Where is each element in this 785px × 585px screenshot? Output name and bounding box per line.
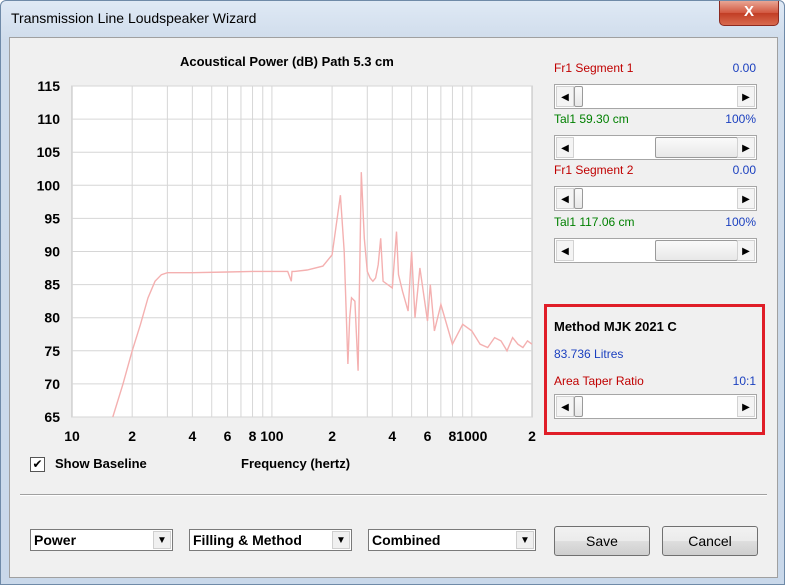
- close-button[interactable]: X: [719, 1, 779, 26]
- area-taper-value: 10:1: [732, 374, 756, 388]
- slider-label: Tal1 117.06 cm: [554, 215, 635, 229]
- save-button[interactable]: Save: [554, 526, 650, 556]
- x-tick-label: 1000: [456, 428, 487, 444]
- show-baseline-label: Show Baseline: [55, 456, 147, 471]
- chevron-down-icon[interactable]: ▼: [332, 531, 350, 549]
- y-tick-label: 85: [44, 277, 60, 293]
- filling-dropdown-value: Filling & Method: [193, 532, 302, 548]
- slider-thumb[interactable]: [574, 86, 583, 107]
- area-taper-label: Area Taper Ratio: [554, 374, 644, 388]
- slider-label: Tal1 59.30 cm: [554, 112, 629, 126]
- scroll-right-icon[interactable]: ▶: [737, 396, 755, 417]
- cancel-button[interactable]: Cancel: [662, 526, 758, 556]
- x-tick-label: 4: [188, 428, 196, 444]
- slider-value: 0.00: [732, 61, 756, 75]
- scroll-left-icon[interactable]: ◀: [556, 188, 574, 209]
- scroll-right-icon[interactable]: ▶: [737, 137, 755, 158]
- title-bar: Transmission Line Loudspeaker Wizard X: [1, 1, 784, 37]
- slider-label: Fr1 Segment 2: [554, 163, 634, 177]
- dialog-client-area: Acoustical Power (dB) Path 5.3 cm 115 110…: [9, 37, 778, 578]
- acoustical-power-chart: 1151101051009590858075706510 2 4 6 8 100 2 4 6 8 1…: [37, 78, 536, 444]
- slider-scrollbar[interactable]: ◀ ▶: [554, 84, 757, 109]
- slider-thumb[interactable]: [655, 240, 738, 261]
- scroll-right-icon[interactable]: ▶: [737, 188, 755, 209]
- y-tick-label: 95: [44, 210, 60, 226]
- y-tick-label: 110: [37, 111, 60, 127]
- scroll-right-icon[interactable]: ▶: [737, 240, 755, 261]
- slider-value: 100%: [725, 215, 756, 229]
- slider-scrollbar[interactable]: ◀ ▶: [554, 135, 757, 160]
- chevron-down-icon[interactable]: ▼: [516, 531, 534, 549]
- y-tick-label: 75: [44, 343, 60, 359]
- slider-scrollbar[interactable]: ◀ ▶: [554, 238, 757, 263]
- scroll-left-icon[interactable]: ◀: [556, 137, 574, 158]
- x-tick-label: 10: [64, 428, 80, 444]
- y-tick-label: 105: [37, 144, 61, 160]
- chevron-down-icon[interactable]: ▼: [153, 531, 171, 549]
- scroll-left-icon[interactable]: ◀: [556, 240, 574, 261]
- power-dropdown[interactable]: Power ▼: [30, 529, 173, 551]
- slider-label: Fr1 Segment 1: [554, 61, 634, 75]
- power-dropdown-value: Power: [34, 532, 77, 548]
- x-tick-label: 8: [249, 428, 257, 444]
- y-tick-label: 80: [44, 310, 60, 326]
- y-tick-label: 90: [44, 244, 60, 260]
- area-taper-slider[interactable]: ◀ ▶: [554, 394, 757, 419]
- frequency-label: Frequency (hertz): [241, 456, 351, 471]
- scroll-left-icon[interactable]: ◀: [556, 396, 574, 417]
- x-tick-label: 2: [528, 428, 536, 444]
- slider-value: 100%: [725, 112, 756, 126]
- show-baseline-checkbox[interactable]: ✔: [30, 457, 45, 472]
- y-tick-label: 70: [44, 376, 60, 392]
- x-tick-label: 6: [224, 428, 232, 444]
- y-tick-label: 115: [37, 78, 60, 94]
- separator: [20, 494, 767, 496]
- save-button-label: Save: [586, 533, 618, 549]
- slider-thumb[interactable]: [574, 396, 583, 417]
- filling-method-dropdown[interactable]: Filling & Method ▼: [189, 529, 352, 551]
- wizard-window: Transmission Line Loudspeaker Wizard X A…: [0, 0, 785, 585]
- slider-thumb[interactable]: [574, 188, 583, 209]
- combined-dropdown-value: Combined: [372, 532, 441, 548]
- y-tick-label: 65: [44, 409, 60, 425]
- x-tick-label: 4: [388, 428, 396, 444]
- slider-scrollbar[interactable]: ◀ ▶: [554, 186, 757, 211]
- chart-title: Acoustical Power (dB) Path 5.3 cm: [180, 54, 394, 69]
- combined-dropdown[interactable]: Combined ▼: [368, 529, 536, 551]
- y-tick-label: 100: [37, 177, 61, 193]
- volume-readout: 83.736 Litres: [554, 347, 624, 361]
- x-tick-label: 6: [424, 428, 432, 444]
- method-title: Method MJK 2021 C: [554, 319, 677, 334]
- slider-thumb[interactable]: [655, 137, 738, 158]
- x-tick-label: 100: [260, 428, 284, 444]
- scroll-right-icon[interactable]: ▶: [737, 86, 755, 107]
- x-tick-label: 2: [328, 428, 336, 444]
- scroll-left-icon[interactable]: ◀: [556, 86, 574, 107]
- slider-value: 0.00: [732, 163, 756, 177]
- x-tick-label: 2: [128, 428, 136, 444]
- window-title: Transmission Line Loudspeaker Wizard: [11, 10, 257, 26]
